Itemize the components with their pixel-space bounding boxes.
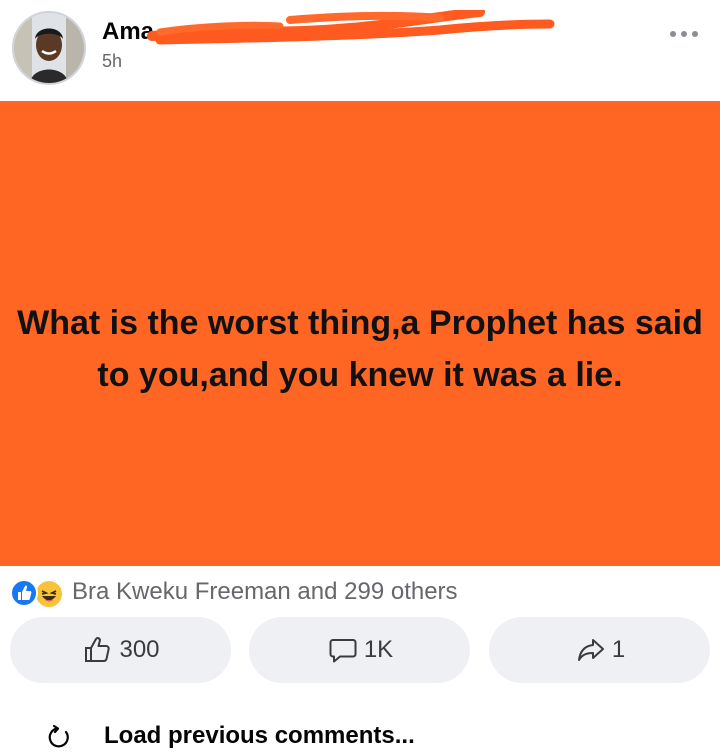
share-count: 1	[611, 636, 626, 663]
redaction-scribble	[147, 10, 555, 45]
post-timestamp: 5h	[102, 51, 123, 71]
dot	[692, 31, 698, 37]
haha-icon	[34, 579, 64, 609]
author-avatar[interactable]	[12, 11, 86, 85]
reaction-icons	[10, 577, 70, 609]
author-name-area[interactable]: Ama	[100, 10, 560, 50]
load-previous-comments[interactable]: Load previous comments...	[0, 716, 720, 756]
like-icon	[10, 579, 38, 607]
more-options-icon[interactable]	[664, 22, 704, 46]
comment-icon	[329, 639, 357, 663]
like-count: 300	[119, 636, 160, 663]
post-text: What is the worst thing,a Prophet has sa…	[17, 303, 703, 394]
comment-button[interactable]: 1K	[249, 617, 470, 683]
reactions-text[interactable]: Bra Kweku Freeman and 299 others	[72, 578, 458, 606]
share-button[interactable]: 1	[489, 617, 710, 683]
post-header: Ama 5h	[0, 0, 720, 100]
comment-count: 1K	[363, 636, 394, 663]
thumbs-up-icon	[85, 637, 111, 662]
share-icon	[577, 639, 604, 661]
reactions-summary[interactable]: Bra Kweku Freeman and 299 others	[10, 575, 458, 609]
refresh-icon	[48, 724, 69, 748]
avatar-photo	[14, 13, 84, 83]
load-previous-label[interactable]: Load previous comments...	[104, 722, 415, 750]
dot	[681, 31, 687, 37]
post-content: What is the worst thing,a Prophet has sa…	[0, 101, 720, 566]
dot	[670, 31, 676, 37]
action-bar: 300 1K 1	[10, 617, 710, 683]
like-button[interactable]: 300	[10, 617, 231, 683]
